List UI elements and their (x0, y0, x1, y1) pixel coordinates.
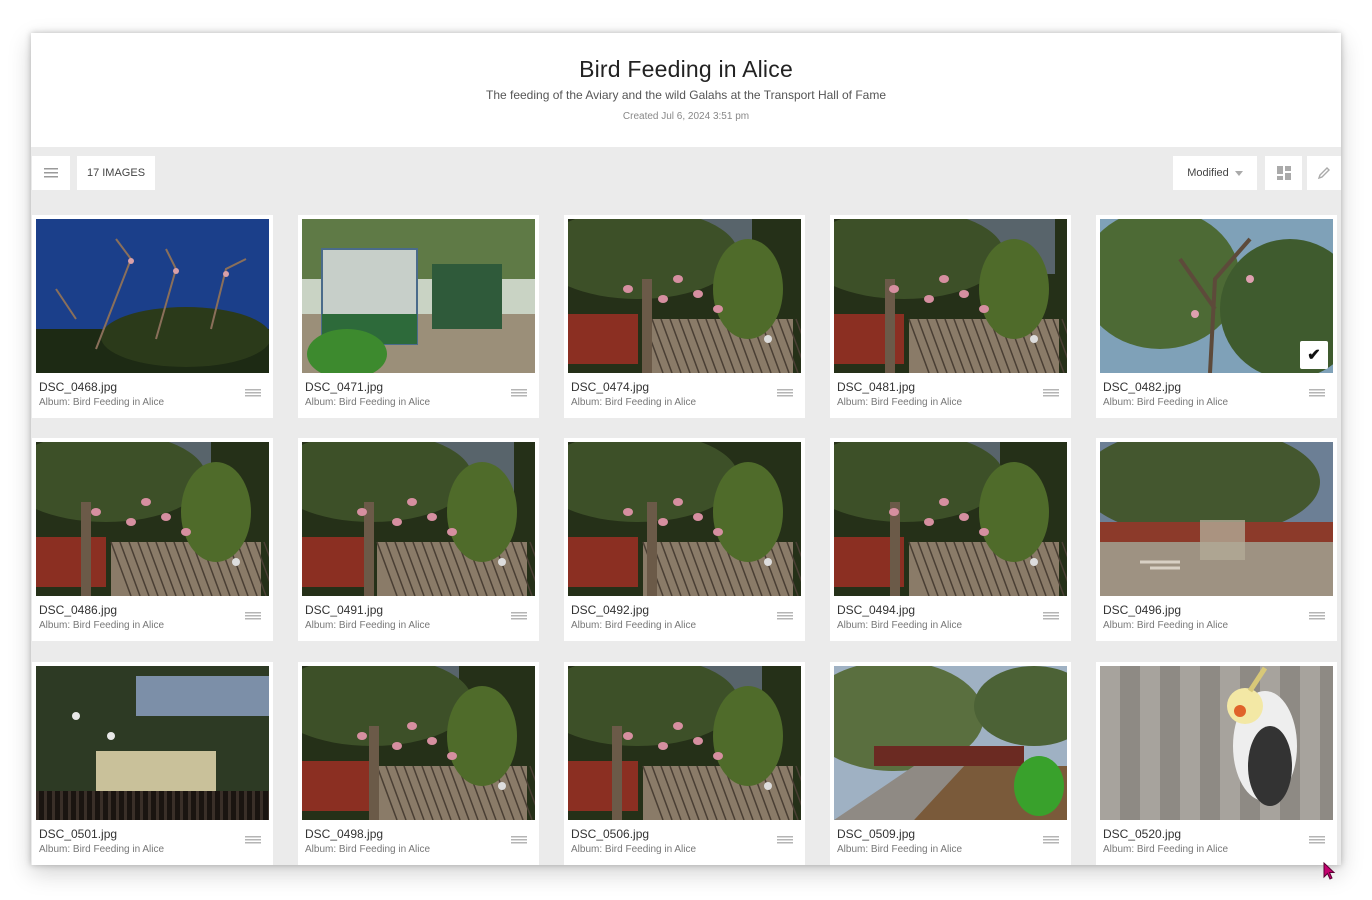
image-album-label: Album: Bird Feeding in Alice (39, 620, 165, 631)
image-filename: DSC_0486.jpg (39, 603, 118, 617)
image-thumbnail[interactable] (1100, 219, 1333, 373)
image-thumbnail[interactable] (1100, 442, 1333, 596)
image-album-label: Album: Bird Feeding in Alice (305, 844, 431, 855)
hamburger-icon (44, 168, 58, 178)
sidebar-menu-button[interactable] (32, 156, 70, 190)
card-menu-icon[interactable] (511, 389, 527, 397)
card-menu-icon[interactable] (245, 836, 261, 844)
image-thumbnail[interactable] (568, 666, 801, 820)
album-created-date: Created Jul 6, 2024 3:51 pm (622, 111, 750, 122)
card-menu-icon[interactable] (1043, 612, 1059, 620)
image-filename: DSC_0471.jpg (305, 380, 384, 394)
image-filename: DSC_0501.jpg (39, 827, 118, 841)
image-album-label: Album: Bird Feeding in Alice (1103, 844, 1229, 855)
image-thumbnail[interactable] (302, 666, 535, 820)
mouse-cursor-icon (1323, 862, 1336, 880)
image-filename: DSC_0496.jpg (1103, 603, 1182, 617)
image-filename: DSC_0498.jpg (305, 827, 384, 841)
image-thumbnail[interactable] (834, 442, 1067, 596)
image-card[interactable]: ✔ DSC_0482.jpg Album: Bird Feeding in Alic… (1096, 215, 1337, 418)
sort-dropdown[interactable]: Modified (1173, 156, 1257, 190)
image-count-button[interactable]: 17 IMAGES (77, 156, 155, 190)
image-album-label: Album: Bird Feeding in Alice (571, 844, 697, 855)
image-album-label: Album: Bird Feeding in Alice (571, 397, 697, 408)
image-filename: DSC_0491.jpg (305, 603, 384, 617)
image-card[interactable]: DSC_0494.jpg Album: Bird Feeding in Alice (830, 438, 1071, 641)
image-album-label: Album: Bird Feeding in Alice (837, 620, 963, 631)
image-card[interactable]: DSC_0474.jpg Album: Bird Feeding in Alice (564, 215, 805, 418)
album-description: The feeding of the Aviary and the wild G… (485, 88, 886, 102)
checkmark-icon[interactable]: ✔ (1300, 341, 1328, 369)
card-menu-icon[interactable] (245, 389, 261, 397)
card-menu-icon[interactable] (1043, 836, 1059, 844)
image-album-label: Album: Bird Feeding in Alice (571, 620, 697, 631)
image-thumbnail[interactable] (302, 219, 535, 373)
image-album-label: Album: Bird Feeding in Alice (305, 397, 431, 408)
image-filename: DSC_0509.jpg (837, 827, 916, 841)
image-thumbnail[interactable] (302, 442, 535, 596)
image-album-label: Album: Bird Feeding in Alice (39, 397, 165, 408)
image-card[interactable]: DSC_0481.jpg Album: Bird Feeding in Alice (830, 215, 1071, 418)
image-filename: DSC_0468.jpg (39, 380, 118, 394)
card-menu-icon[interactable] (777, 612, 793, 620)
edit-button[interactable] (1307, 156, 1341, 190)
album-header: Bird Feeding in Alice The feeding of the… (31, 33, 1341, 147)
chevron-down-icon (1234, 170, 1243, 176)
gallery-window: Bird Feeding in Alice The feeding of the… (31, 33, 1341, 865)
card-menu-icon[interactable] (1309, 836, 1325, 844)
image-album-label: Album: Bird Feeding in Alice (305, 620, 431, 631)
image-filename: DSC_0520.jpg (1103, 827, 1182, 841)
image-album-label: Album: Bird Feeding in Alice (837, 397, 963, 408)
image-card[interactable]: DSC_0492.jpg Album: Bird Feeding in Alice (564, 438, 805, 641)
card-menu-icon[interactable] (777, 836, 793, 844)
card-menu-icon[interactable] (1043, 389, 1059, 397)
image-card[interactable]: DSC_0471.jpg Album: Bird Feeding in Alice (298, 215, 539, 418)
image-filename: DSC_0474.jpg (571, 380, 650, 394)
image-count-label: 17 IMAGES (86, 167, 146, 179)
image-card[interactable]: DSC_0491.jpg Album: Bird Feeding in Alice (298, 438, 539, 641)
card-menu-icon[interactable] (1309, 612, 1325, 620)
sort-label: Modified (1187, 167, 1229, 179)
image-thumbnail[interactable] (834, 666, 1067, 820)
image-thumbnail[interactable] (568, 219, 801, 373)
image-thumbnail[interactable] (834, 219, 1067, 373)
image-card[interactable]: DSC_0496.jpg Album: Bird Feeding in Alice (1096, 438, 1337, 641)
image-album-label: Album: Bird Feeding in Alice (1103, 620, 1229, 631)
image-card[interactable]: DSC_0501.jpg Album: Bird Feeding in Alice (32, 662, 273, 865)
image-card[interactable]: DSC_0486.jpg Album: Bird Feeding in Alice (32, 438, 273, 641)
image-card[interactable]: DSC_0520.jpg Album: Bird Feeding in Alice (1096, 662, 1337, 865)
image-filename: DSC_0494.jpg (837, 603, 916, 617)
image-card[interactable]: DSC_0468.jpg Album: Bird Feeding in Alice (32, 215, 273, 418)
pencil-icon (1317, 167, 1330, 180)
grid-layout-icon (1276, 166, 1291, 180)
image-thumbnail[interactable] (36, 666, 269, 820)
image-filename: DSC_0506.jpg (571, 827, 650, 841)
image-card[interactable]: DSC_0509.jpg Album: Bird Feeding in Alice (830, 662, 1071, 865)
image-album-label: Album: Bird Feeding in Alice (1103, 397, 1229, 408)
image-thumbnail[interactable] (1100, 666, 1333, 820)
layout-toggle-button[interactable] (1265, 156, 1302, 190)
image-album-label: Album: Bird Feeding in Alice (837, 844, 963, 855)
album-title: Bird Feeding in Alice (579, 56, 793, 82)
card-menu-icon[interactable] (777, 389, 793, 397)
card-menu-icon[interactable] (1309, 389, 1325, 397)
image-thumbnail[interactable] (36, 442, 269, 596)
image-thumbnail[interactable] (36, 219, 269, 373)
image-thumbnail[interactable] (568, 442, 801, 596)
image-card[interactable]: DSC_0498.jpg Album: Bird Feeding in Alice (298, 662, 539, 865)
image-filename: DSC_0481.jpg (837, 380, 916, 394)
card-menu-icon[interactable] (511, 836, 527, 844)
image-card[interactable]: DSC_0506.jpg Album: Bird Feeding in Alice (564, 662, 805, 865)
card-menu-icon[interactable] (245, 612, 261, 620)
card-menu-icon[interactable] (511, 612, 527, 620)
image-album-label: Album: Bird Feeding in Alice (39, 844, 165, 855)
image-filename: DSC_0482.jpg (1103, 380, 1182, 394)
image-filename: DSC_0492.jpg (571, 603, 650, 617)
